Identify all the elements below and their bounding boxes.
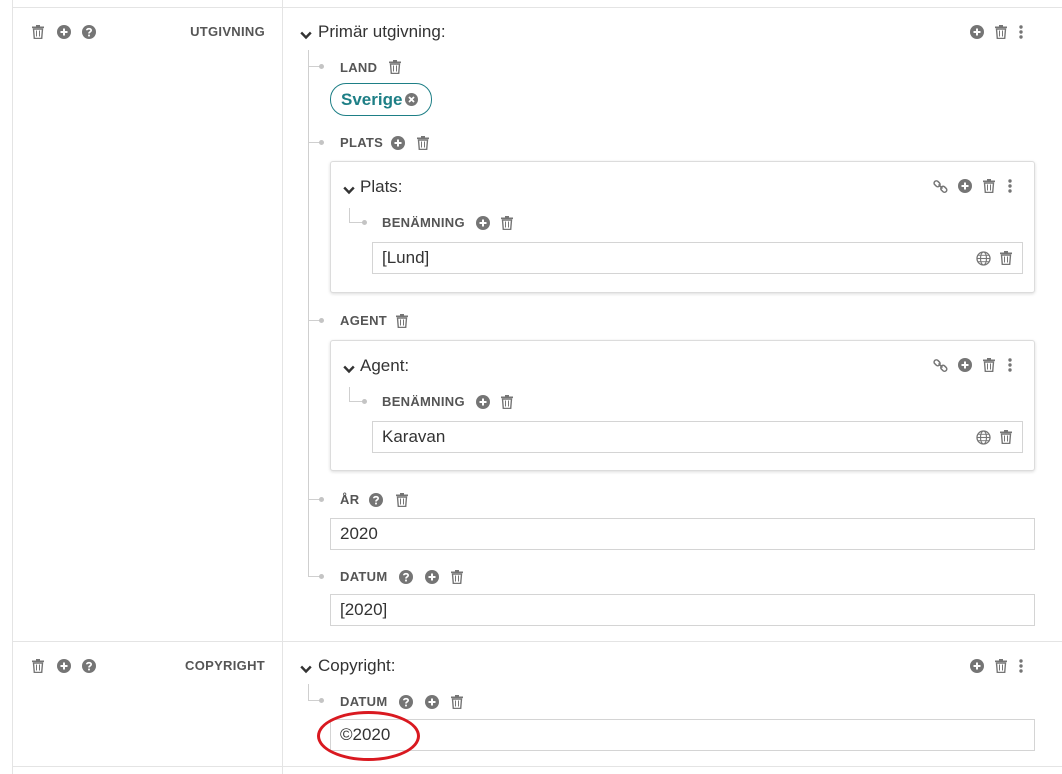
row-divider: [12, 641, 1062, 642]
globe-icon[interactable]: [976, 430, 991, 445]
tree-node: [362, 399, 367, 404]
trash-icon[interactable]: [389, 60, 401, 74]
link-icon[interactable]: [933, 358, 948, 373]
close-circle-icon[interactable]: [405, 93, 418, 106]
tree-node: [319, 574, 324, 579]
country-chip-sverige[interactable]: Sverige: [330, 83, 432, 116]
property-label-datum: DATUM: [340, 694, 388, 709]
trash-icon[interactable]: [451, 695, 463, 709]
tree-branch: [349, 401, 363, 402]
tree-connector: [308, 50, 309, 577]
tree-node: [319, 64, 324, 69]
agent-card: Agent: BENÄMNING Karavan: [330, 340, 1035, 471]
benamning-field-agent[interactable]: Karavan: [372, 421, 1023, 453]
plats-card: Plats: BENÄMNING [Lund]: [330, 161, 1035, 293]
trash-icon[interactable]: [995, 25, 1007, 39]
bottom-border: [12, 766, 1062, 767]
trash-icon[interactable]: [983, 358, 995, 372]
property-label-plats: PLATS: [340, 135, 384, 150]
trash-icon[interactable]: [417, 136, 429, 150]
property-label-land: LAND: [340, 60, 378, 75]
field-value: Karavan: [382, 427, 446, 446]
tree-branch: [349, 222, 363, 223]
tree-connector: [349, 387, 350, 401]
tree-node: [319, 318, 324, 323]
trash-icon[interactable]: [451, 570, 463, 584]
card-heading-plats: Plats:: [360, 177, 403, 196]
help-icon[interactable]: [82, 25, 96, 39]
link-icon[interactable]: [933, 179, 948, 194]
help-icon[interactable]: [399, 570, 413, 584]
property-label-ar: ÅR: [340, 492, 360, 507]
globe-icon[interactable]: [976, 251, 991, 266]
plus-circle-icon[interactable]: [57, 25, 71, 39]
trash-icon[interactable]: [983, 179, 995, 193]
trash-icon[interactable]: [396, 314, 408, 328]
plus-circle-icon[interactable]: [476, 395, 490, 409]
property-label-benamning: BENÄMNING: [382, 215, 465, 230]
plus-circle-icon[interactable]: [391, 136, 405, 150]
plus-circle-icon[interactable]: [958, 358, 972, 372]
field-value: [Lund]: [382, 248, 430, 267]
plus-circle-icon[interactable]: [425, 570, 439, 584]
tree-node: [319, 698, 324, 703]
plus-circle-icon[interactable]: [425, 695, 439, 709]
copyright-datum-field[interactable]: ©2020: [330, 719, 1035, 751]
trash-icon[interactable]: [32, 659, 44, 673]
plus-circle-icon[interactable]: [970, 659, 984, 673]
trash-icon[interactable]: [396, 493, 408, 507]
kebab-icon[interactable]: [1008, 179, 1012, 193]
chevron-down-icon[interactable]: [300, 661, 312, 679]
left-border: [12, 0, 13, 774]
tree-node: [362, 220, 367, 225]
property-label-agent: AGENT: [340, 313, 387, 328]
plus-circle-icon[interactable]: [476, 216, 490, 230]
property-label-benamning: BENÄMNING: [382, 394, 465, 409]
property-label-datum: DATUM: [340, 569, 388, 584]
chevron-down-icon[interactable]: [343, 182, 355, 200]
tree-connector: [349, 208, 350, 222]
row-label-copyright: COPYRIGHT: [185, 658, 265, 673]
trash-icon[interactable]: [1000, 430, 1012, 444]
column-divider: [282, 0, 283, 774]
trash-icon[interactable]: [32, 25, 44, 39]
help-icon[interactable]: [82, 659, 96, 673]
chevron-down-icon[interactable]: [343, 361, 355, 379]
kebab-icon[interactable]: [1019, 25, 1023, 39]
help-icon[interactable]: [369, 493, 383, 507]
tree-connector: [308, 684, 309, 700]
card-heading-agent: Agent:: [360, 356, 410, 375]
plus-circle-icon[interactable]: [970, 25, 984, 39]
tree-node: [319, 140, 324, 145]
heading-copyright: Copyright:: [318, 656, 396, 675]
help-icon[interactable]: [399, 695, 413, 709]
plus-circle-icon[interactable]: [57, 659, 71, 673]
kebab-icon[interactable]: [1008, 358, 1012, 372]
chevron-down-icon[interactable]: [300, 27, 312, 45]
benamning-field-plats[interactable]: [Lund]: [372, 242, 1023, 274]
kebab-icon[interactable]: [1019, 659, 1023, 673]
row-label-utgivning: UTGIVNING: [190, 24, 265, 39]
trash-icon[interactable]: [1000, 251, 1012, 265]
trash-icon[interactable]: [995, 659, 1007, 673]
top-border: [12, 7, 1062, 8]
field-value: [2020]: [340, 600, 388, 619]
datum-field[interactable]: [2020]: [330, 594, 1035, 626]
chip-label: Sverige: [341, 89, 403, 109]
heading-primar-utgivning: Primär utgivning:: [318, 22, 446, 41]
ar-field[interactable]: 2020: [330, 518, 1035, 550]
field-value: 2020: [340, 524, 378, 543]
trash-icon[interactable]: [501, 395, 513, 409]
tree-node: [319, 497, 324, 502]
highlight-circle: [317, 711, 420, 761]
plus-circle-icon[interactable]: [958, 179, 972, 193]
trash-icon[interactable]: [501, 216, 513, 230]
